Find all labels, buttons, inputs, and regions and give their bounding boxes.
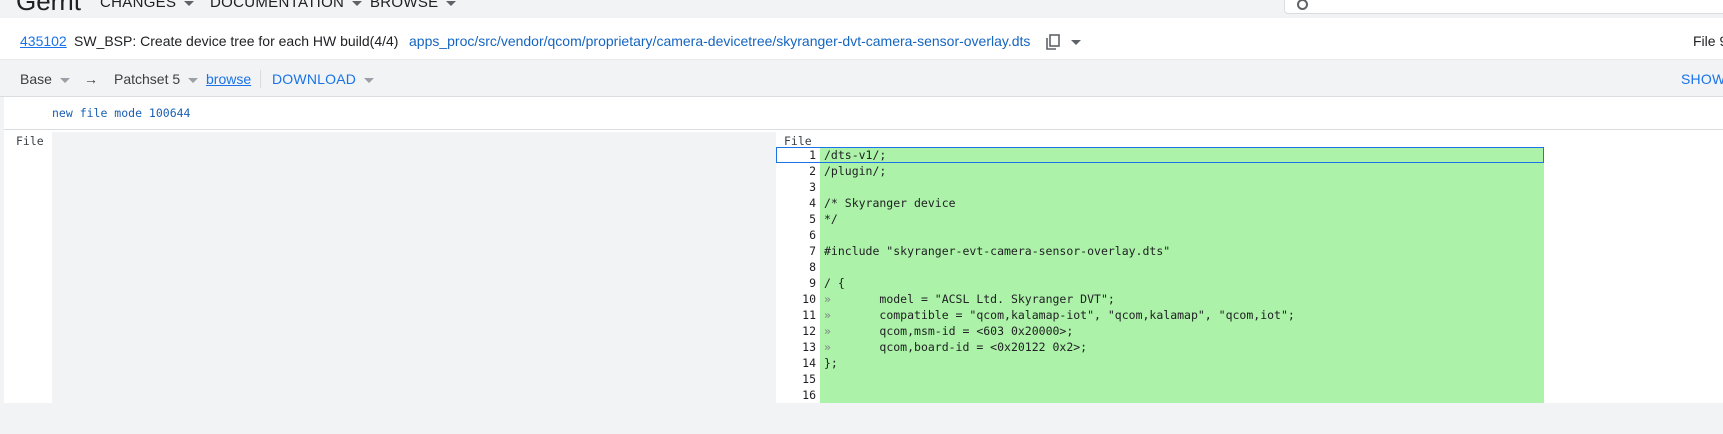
line-number[interactable]: 9 [776, 275, 816, 291]
code-text: model = "ACSL Ltd. Skyranger DVT"; [830, 292, 1115, 306]
code-text: compatible = "qcom,kalamap-iot", "qcom,k… [830, 308, 1295, 322]
code-text: qcom,msm-id = <603 0x20000>; [830, 324, 1074, 338]
line-number[interactable]: 8 [776, 259, 816, 275]
line-number[interactable]: 10 [776, 291, 816, 307]
nav-menu-browse[interactable]: BROWSE [370, 0, 457, 11]
arrow-icon: → [84, 71, 98, 87]
download-label: DOWNLOAD [272, 71, 357, 87]
code-line[interactable]: }; [824, 355, 838, 371]
chevron-down-icon [59, 77, 70, 83]
line-number[interactable]: 7 [776, 243, 816, 259]
file-path-link[interactable]: apps_proc/src/vendor/qcom/proprietary/ca… [409, 33, 1030, 49]
divider [260, 70, 261, 88]
line-number[interactable]: 6 [776, 227, 816, 243]
app-logo[interactable]: Gerrit [16, 0, 81, 17]
code-line[interactable]: » qcom,board-id = <0x20122 0x2>; [824, 339, 1087, 355]
nav-menu-documentation[interactable]: DOCUMENTATION [210, 0, 363, 11]
nav-menu-label: BROWSE [370, 0, 439, 11]
browse-link[interactable]: browse [206, 71, 251, 87]
download-button[interactable]: DOWNLOAD [272, 71, 375, 87]
line-number[interactable]: 11 [776, 307, 816, 323]
left-file-label: File [16, 134, 44, 148]
tab-marker: » [824, 340, 831, 354]
chevron-down-icon [188, 77, 199, 83]
line-number[interactable]: 2 [776, 163, 816, 179]
code-text: */ [824, 212, 838, 226]
change-header: 435102 SW_BSP: Create device tree for ea… [0, 18, 1723, 60]
code-line[interactable]: /plugin/; [824, 163, 886, 179]
right-file-label: File [784, 134, 812, 148]
file-mode-row: new file mode 100644 [4, 97, 1723, 130]
chevron-down-icon [364, 77, 375, 83]
file-mode-text: new file mode 100644 [52, 106, 191, 120]
line-number[interactable]: 4 [776, 195, 816, 211]
code-text: /* Skyranger device [824, 196, 956, 210]
chevron-down-icon [184, 0, 195, 6]
line-number[interactable]: 15 [776, 371, 816, 387]
line-number[interactable]: 14 [776, 355, 816, 371]
tab-marker: » [824, 292, 831, 306]
chevron-down-icon[interactable] [1071, 40, 1081, 45]
code-line[interactable]: » model = "ACSL Ltd. Skyranger DVT"; [824, 291, 1115, 307]
patchset-label: Patchset 5 [114, 71, 181, 87]
diff-area: new file mode 100644 File File 123456789… [0, 97, 1723, 434]
line-number[interactable]: 13 [776, 339, 816, 355]
code-line[interactable]: » compatible = "qcom,kalamap-iot", "qcom… [824, 307, 1295, 323]
base-label: Base [20, 71, 52, 87]
code-text: /plugin/; [824, 164, 887, 178]
line-number-gutter: 1 2 3 4 5 6 7 8 9 10 11 12 13 14 15 16 [776, 147, 820, 403]
tab-marker: » [824, 308, 831, 322]
left-diff-pane [52, 132, 776, 403]
search-icon [1297, 0, 1308, 10]
patchset-select[interactable]: Patchset 5 [114, 71, 199, 87]
change-number-link[interactable]: 435102 [20, 33, 67, 49]
file-navigation-label: File 9 [1693, 33, 1723, 49]
line-number[interactable]: 12 [776, 323, 816, 339]
code-text: }; [824, 356, 838, 370]
patchset-bar: Base → Patchset 5 browse DOWNLOAD SHOW [0, 60, 1723, 97]
chevron-down-icon [352, 0, 363, 6]
nav-menu-label: DOCUMENTATION [210, 0, 345, 11]
code-text: /dts-v1/; [824, 148, 887, 162]
line-number[interactable]: 16 [776, 387, 816, 403]
change-subject: SW_BSP: Create device tree for each HW b… [74, 33, 399, 49]
diff-table: new file mode 100644 File File 123456789… [4, 97, 1723, 403]
right-diff-pane: /dts-v1/; /plugin/; /* Skyranger device */ #… [820, 147, 1544, 403]
code-line[interactable]: / { [824, 275, 845, 291]
line-number[interactable]: 5 [776, 211, 816, 227]
copy-icon[interactable] [1046, 34, 1060, 50]
search-input[interactable] [1284, 0, 1723, 14]
code-text: / { [824, 276, 845, 290]
code-line[interactable]: #include "skyranger-evt-camera-sensor-ov… [824, 243, 1170, 259]
code-line[interactable]: /* Skyranger device [824, 195, 956, 211]
chevron-down-icon [446, 0, 457, 6]
top-nav-bar: Gerrit CHANGES DOCUMENTATION BROWSE [0, 0, 1723, 18]
line-number[interactable]: 3 [776, 179, 816, 195]
code-line[interactable]: » qcom,msm-id = <603 0x20000>; [824, 323, 1073, 339]
code-line[interactable]: */ [824, 211, 838, 227]
code-text: #include "skyranger-evt-camera-sensor-ov… [824, 244, 1171, 258]
base-patchset-select[interactable]: Base [20, 71, 70, 87]
tab-marker: » [824, 324, 831, 338]
code-line[interactable]: /dts-v1/; [824, 147, 886, 163]
show-button[interactable]: SHOW [1681, 71, 1723, 87]
nav-menu-changes[interactable]: CHANGES [100, 0, 195, 11]
nav-menu-label: CHANGES [100, 0, 177, 11]
line-number[interactable]: 1 [776, 147, 816, 163]
code-text: qcom,board-id = <0x20122 0x2>; [830, 340, 1088, 354]
